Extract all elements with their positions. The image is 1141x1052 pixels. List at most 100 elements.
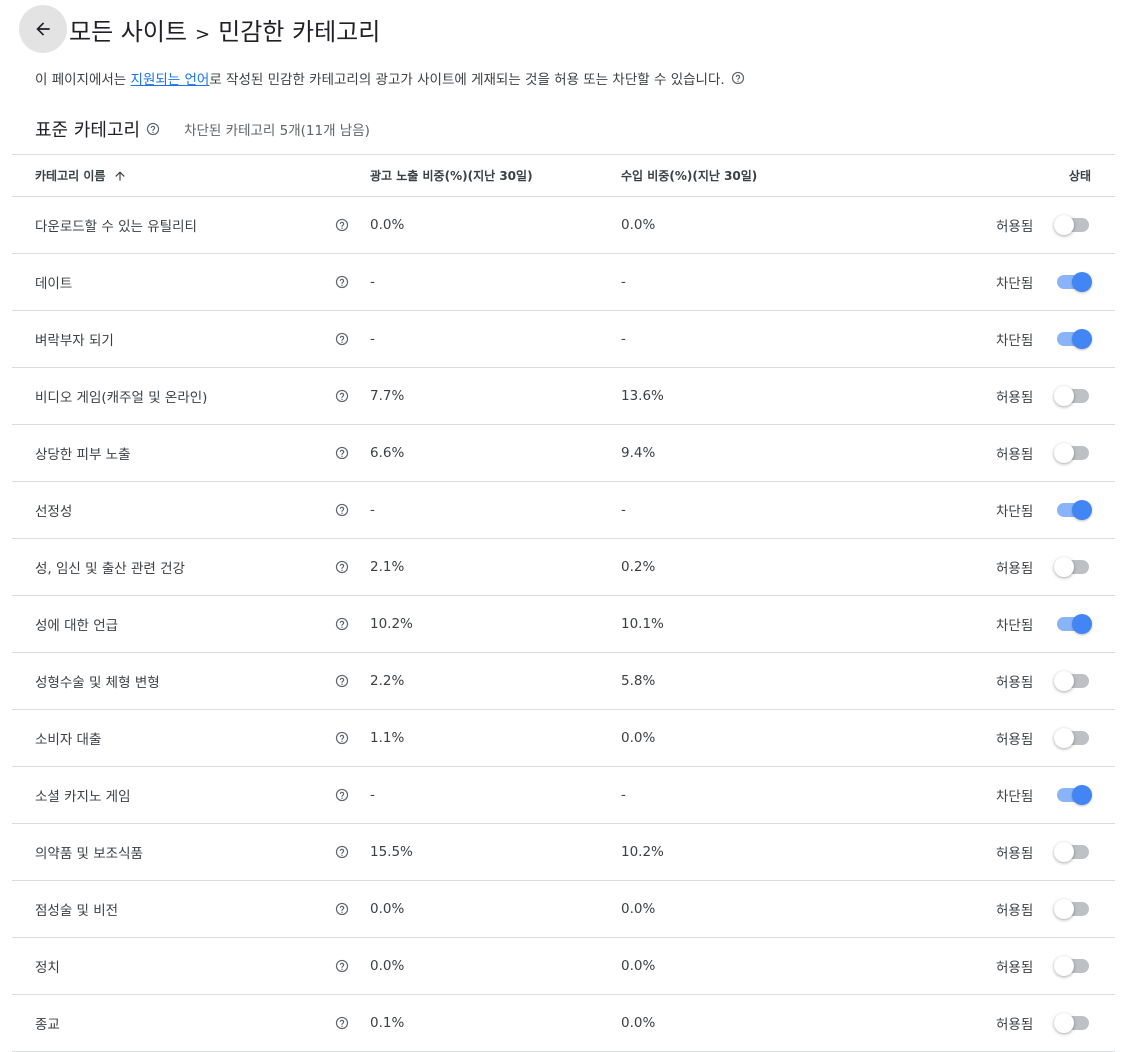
- toggle-knob: [1054, 956, 1074, 976]
- help-icon[interactable]: [335, 425, 349, 481]
- sort-ascending-icon[interactable]: [113, 169, 127, 183]
- status-label: 허용됨: [996, 903, 1034, 919]
- category-name: 성에 대한 언급: [35, 618, 119, 634]
- help-icon[interactable]: [335, 995, 349, 1051]
- block-toggle[interactable]: [1054, 728, 1092, 748]
- table-body: 다운로드할 수 있는 유틸리티 0.0% 0.0% 허용됨 데이트 - - 차단됨 벼락부자 되…: [12, 197, 1115, 1052]
- help-icon[interactable]: [335, 824, 349, 880]
- impression-share: 0.1%: [370, 1015, 405, 1031]
- status-toggle-cell: [1054, 938, 1092, 994]
- section-title: 표준 카테고리: [35, 120, 141, 141]
- toggle-knob: [1054, 671, 1074, 691]
- description-prefix: 이 페이지에서는: [35, 72, 131, 88]
- status-toggle-cell: [1054, 539, 1092, 595]
- block-toggle[interactable]: [1054, 842, 1092, 862]
- status-toggle-cell: [1054, 311, 1092, 367]
- category-name: 정치: [35, 960, 60, 976]
- status-toggle-cell: [1054, 767, 1092, 823]
- help-icon[interactable]: [335, 767, 349, 823]
- category-name: 점성술 및 비전: [35, 903, 119, 919]
- status-toggle-cell: [1054, 653, 1092, 709]
- categories-table: 카테고리 이름 광고 노출 비중(%)(지난 30일) 수입 비중(%)(지난 …: [12, 154, 1115, 1052]
- help-icon[interactable]: [335, 254, 349, 310]
- impression-share: -: [370, 331, 375, 347]
- status-label: 허용됨: [996, 960, 1034, 976]
- block-toggle[interactable]: [1054, 329, 1092, 349]
- revenue-share: 0.0%: [621, 217, 656, 233]
- table-row: 의약품 및 보조식품 15.5% 10.2% 허용됨: [12, 824, 1115, 881]
- block-toggle[interactable]: [1054, 614, 1092, 634]
- status-label: 허용됨: [996, 732, 1034, 748]
- table-row: 상당한 피부 노출 6.6% 9.4% 허용됨: [12, 425, 1115, 482]
- block-toggle[interactable]: [1054, 557, 1092, 577]
- status-label: 차단됨: [996, 618, 1034, 634]
- revenue-share: 0.0%: [621, 1015, 656, 1031]
- category-name: 비디오 게임(캐주얼 및 온라인): [35, 390, 208, 406]
- block-toggle[interactable]: [1054, 899, 1092, 919]
- status-toggle-cell: [1054, 596, 1092, 652]
- table-row: 성형수술 및 체형 변형 2.2% 5.8% 허용됨: [12, 653, 1115, 710]
- back-button[interactable]: [19, 5, 67, 53]
- table-row: 비디오 게임(캐주얼 및 온라인) 7.7% 13.6% 허용됨: [12, 368, 1115, 425]
- help-icon[interactable]: [335, 710, 349, 766]
- status-label: 차단됨: [996, 504, 1034, 520]
- block-toggle[interactable]: [1054, 500, 1092, 520]
- status-label: 허용됨: [996, 447, 1034, 463]
- toggle-knob: [1054, 1013, 1074, 1033]
- status-label: 허용됨: [996, 846, 1034, 862]
- arrow-back-icon: [36, 22, 50, 36]
- table-row: 점성술 및 비전 0.0% 0.0% 허용됨: [12, 881, 1115, 938]
- column-header-status: 상태: [1068, 169, 1091, 183]
- block-toggle[interactable]: [1054, 956, 1092, 976]
- column-header-name[interactable]: 카테고리 이름: [35, 155, 127, 196]
- revenue-share: 10.1%: [621, 616, 664, 632]
- help-icon[interactable]: [335, 539, 349, 595]
- category-name: 벼락부자 되기: [35, 333, 114, 349]
- help-icon[interactable]: [731, 71, 745, 85]
- toggle-knob: [1072, 614, 1092, 634]
- help-icon[interactable]: [335, 653, 349, 709]
- help-icon[interactable]: [335, 368, 349, 424]
- supported-languages-link[interactable]: 지원되는 언어: [131, 68, 210, 88]
- status-toggle-cell: [1054, 881, 1092, 937]
- revenue-share: -: [621, 787, 626, 803]
- impression-share: 0.0%: [370, 958, 405, 974]
- table-row: 데이트 - - 차단됨: [12, 254, 1115, 311]
- help-icon[interactable]: [335, 596, 349, 652]
- help-icon[interactable]: [335, 938, 349, 994]
- table-row: 다운로드할 수 있는 유틸리티 0.0% 0.0% 허용됨: [12, 197, 1115, 254]
- status-toggle-cell: [1054, 824, 1092, 880]
- revenue-share: -: [621, 502, 626, 518]
- toggle-knob: [1072, 329, 1092, 349]
- breadcrumb-parent[interactable]: 모든 사이트: [69, 12, 187, 47]
- block-toggle[interactable]: [1054, 1013, 1092, 1033]
- status-label: 허용됨: [996, 561, 1034, 577]
- impression-share: 10.2%: [370, 616, 413, 632]
- impression-share: -: [370, 787, 375, 803]
- block-toggle[interactable]: [1054, 272, 1092, 292]
- column-header-revenue[interactable]: 수입 비중(%)(지난 30일): [621, 155, 757, 196]
- toggle-knob: [1072, 500, 1092, 520]
- help-icon[interactable]: [335, 197, 349, 253]
- help-icon[interactable]: [335, 881, 349, 937]
- block-toggle[interactable]: [1054, 785, 1092, 805]
- category-name: 데이트: [35, 276, 73, 292]
- revenue-share: -: [621, 331, 626, 347]
- status-label: 차단됨: [996, 789, 1034, 805]
- column-header-impressions[interactable]: 광고 노출 비중(%)(지난 30일): [370, 155, 533, 196]
- block-toggle[interactable]: [1054, 215, 1092, 235]
- table-row: 소비자 대출 1.1% 0.0% 허용됨: [12, 710, 1115, 767]
- help-icon[interactable]: [146, 122, 160, 136]
- category-name: 소셜 카지노 게임: [35, 789, 131, 805]
- block-toggle[interactable]: [1054, 443, 1092, 463]
- help-icon[interactable]: [335, 311, 349, 367]
- impression-share: 2.2%: [370, 673, 405, 689]
- revenue-share: 13.6%: [621, 388, 664, 404]
- standard-categories-section: 표준 카테고리 차단된 카테고리 5개(11개 남음): [35, 116, 370, 142]
- block-toggle[interactable]: [1054, 671, 1092, 691]
- toggle-knob: [1054, 386, 1074, 406]
- block-toggle[interactable]: [1054, 386, 1092, 406]
- status-toggle-cell: [1054, 710, 1092, 766]
- help-icon[interactable]: [335, 482, 349, 538]
- blocked-count-summary: 차단된 카테고리 5개(11개 남음): [184, 123, 370, 139]
